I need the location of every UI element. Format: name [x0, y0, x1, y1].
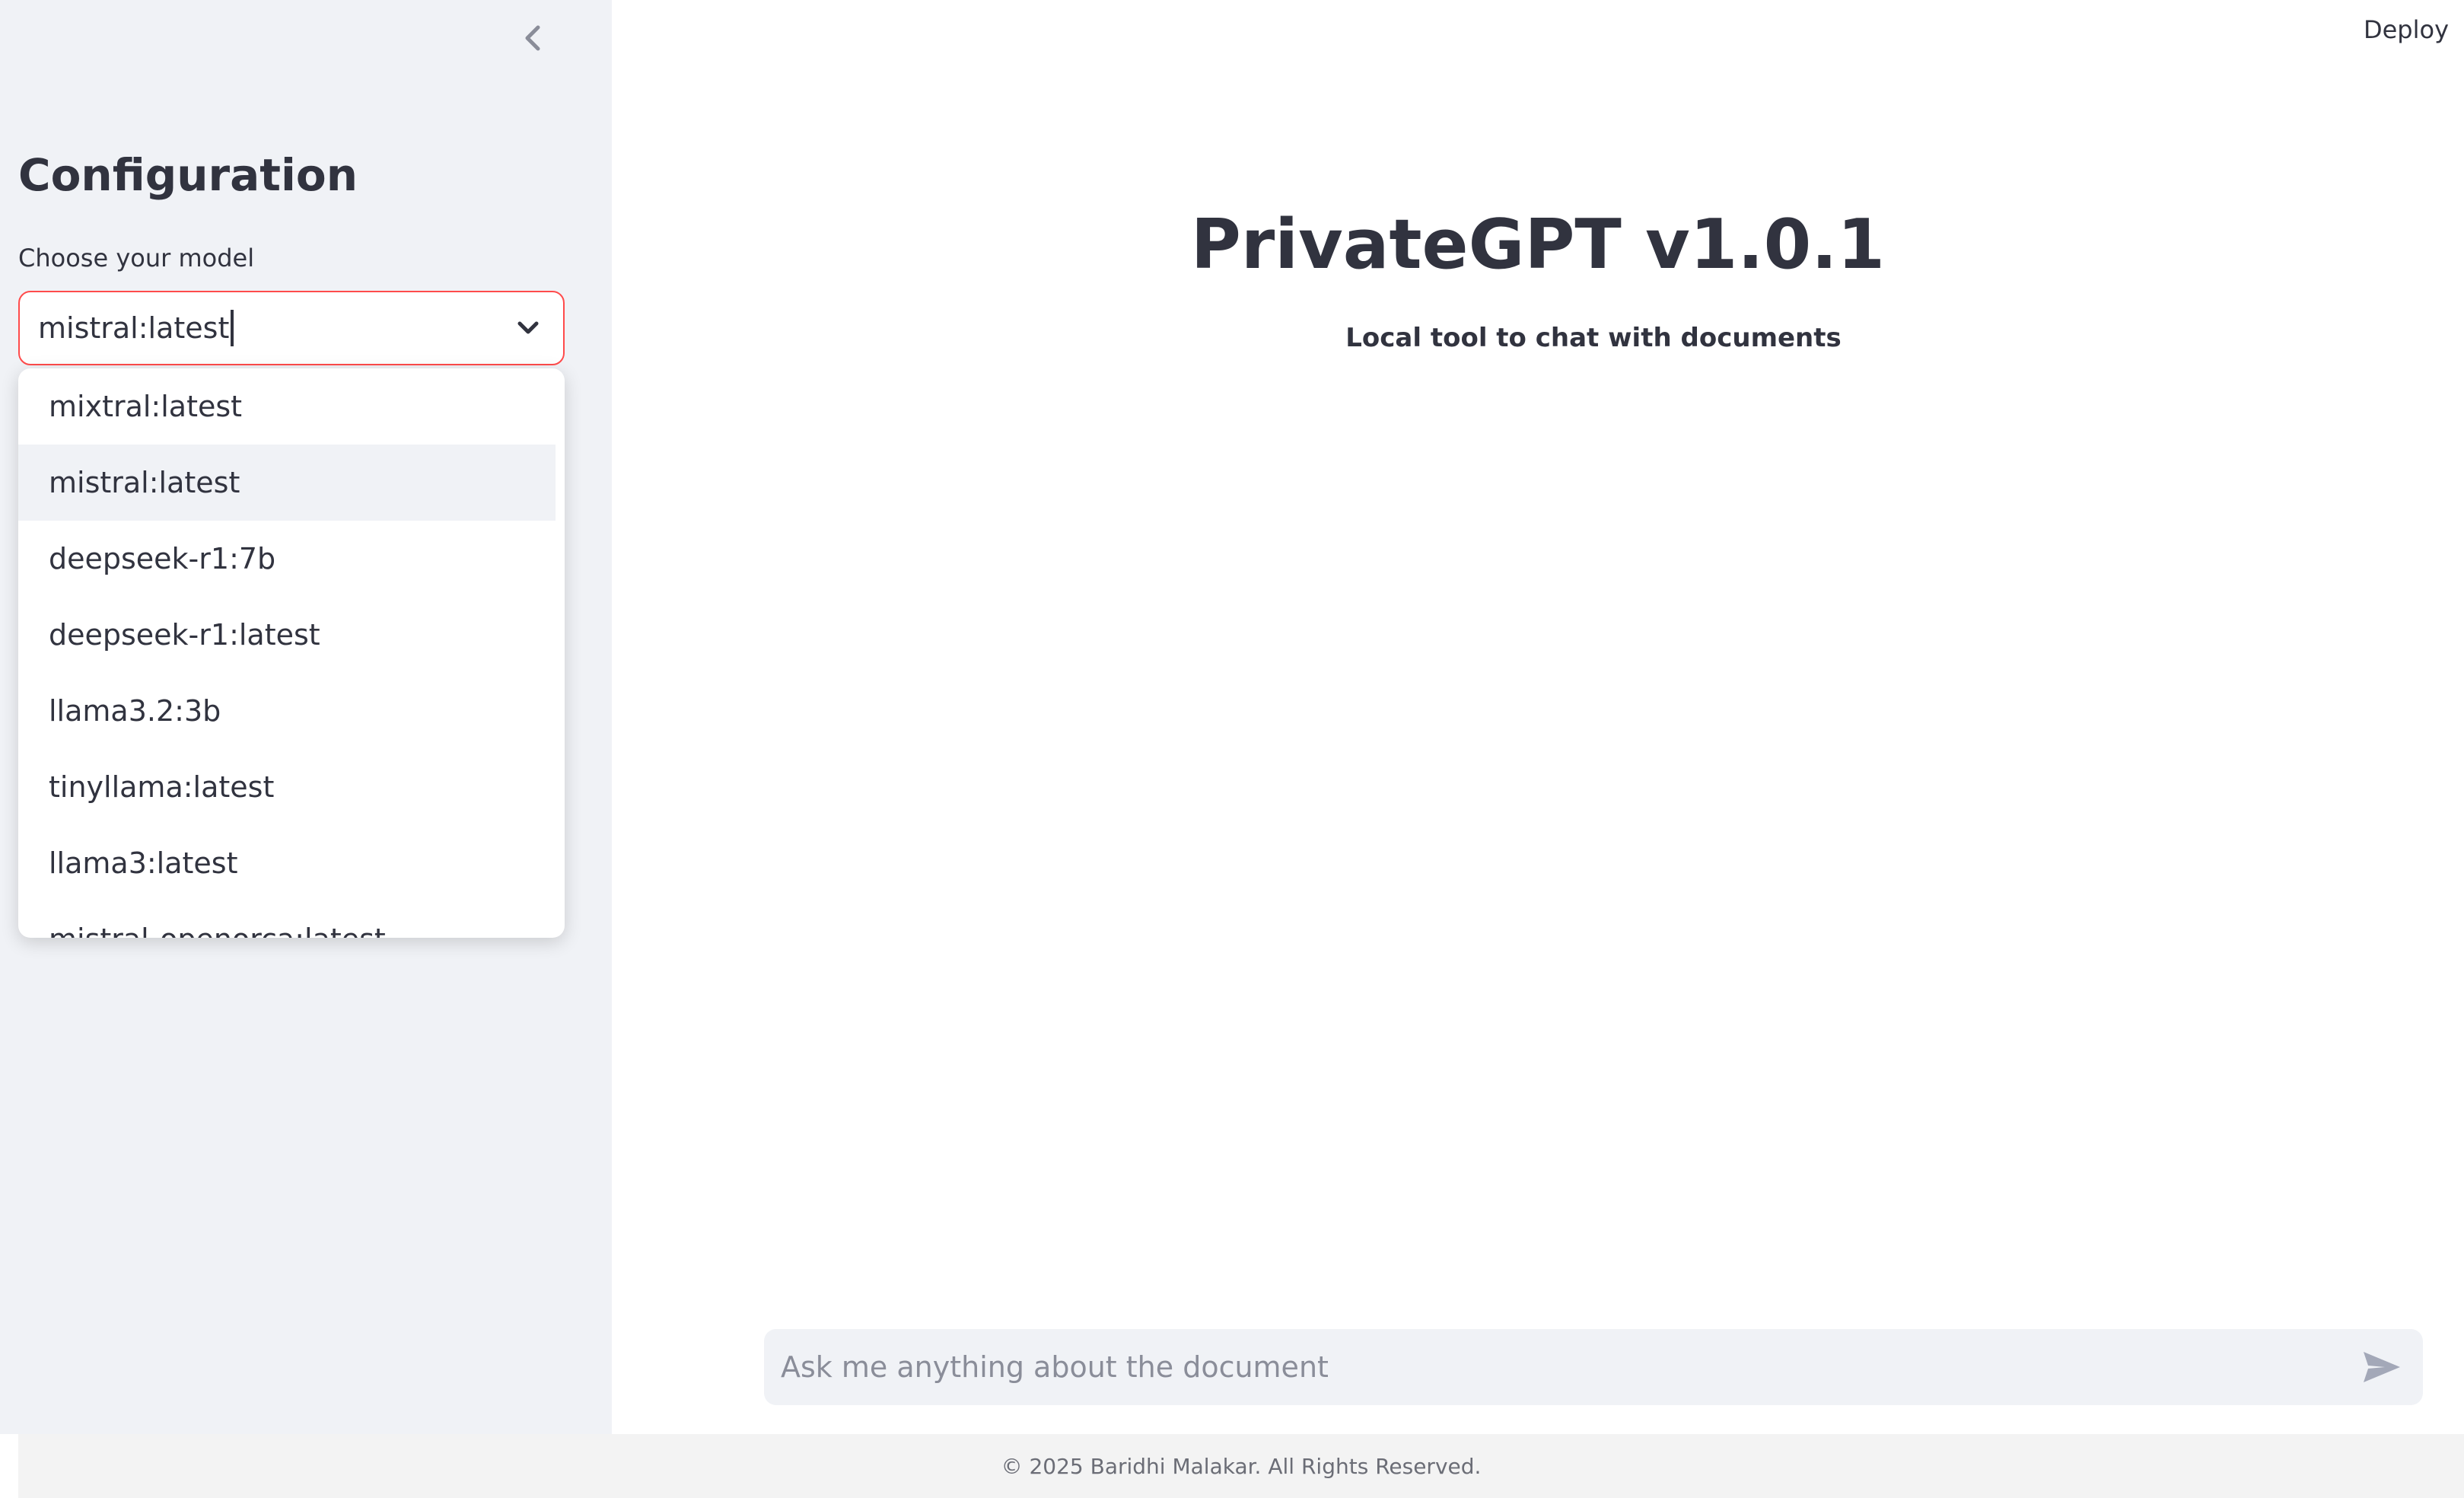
dropdown-option[interactable]: deepseek-r1:7b: [18, 521, 556, 597]
sidebar-title: Configuration: [18, 149, 358, 201]
dropdown-option[interactable]: deepseek-r1:latest: [18, 597, 556, 673]
dropdown-option[interactable]: mistral-openorca:latest: [18, 901, 556, 938]
model-select[interactable]: mistral:latest: [18, 291, 565, 365]
app: Configuration Choose your model mistral:…: [0, 0, 2464, 1498]
dropdown-option-highlighted[interactable]: mistral:latest: [18, 445, 556, 521]
chevron-down-icon[interactable]: [516, 316, 540, 340]
page-subtitle: Local tool to chat with documents: [1345, 323, 1842, 353]
send-icon: [2364, 1352, 2400, 1382]
dropdown-option[interactable]: llama3.2:3b: [18, 673, 556, 749]
dropdown-option[interactable]: mixtral:latest: [18, 368, 556, 445]
chevron-left-icon: [525, 25, 540, 51]
footer-text: © 2025 Baridhi Malakar. All Rights Reser…: [1001, 1453, 1482, 1479]
text-caret: [231, 310, 234, 346]
collapse-sidebar-button[interactable]: [514, 20, 551, 56]
model-select-value[interactable]: mistral:latest: [38, 311, 229, 345]
chat-input[interactable]: [764, 1328, 2359, 1406]
dropdown-option[interactable]: tinyllama:latest: [18, 749, 556, 825]
model-select-label: Choose your model: [18, 244, 255, 273]
deploy-button[interactable]: Deploy: [2364, 15, 2449, 44]
sidebar: Configuration Choose your model mistral:…: [0, 0, 612, 1434]
chat-input-container: [764, 1328, 2423, 1406]
page-title: PrivateGPT v1.0.1: [1190, 205, 1886, 285]
model-dropdown-list[interactable]: mixtral:latest mistral:latest deepseek-r…: [18, 368, 565, 938]
dropdown-option[interactable]: llama3:latest: [18, 825, 556, 901]
footer: © 2025 Baridhi Malakar. All Rights Reser…: [18, 1434, 2464, 1498]
send-button[interactable]: [2359, 1344, 2405, 1390]
